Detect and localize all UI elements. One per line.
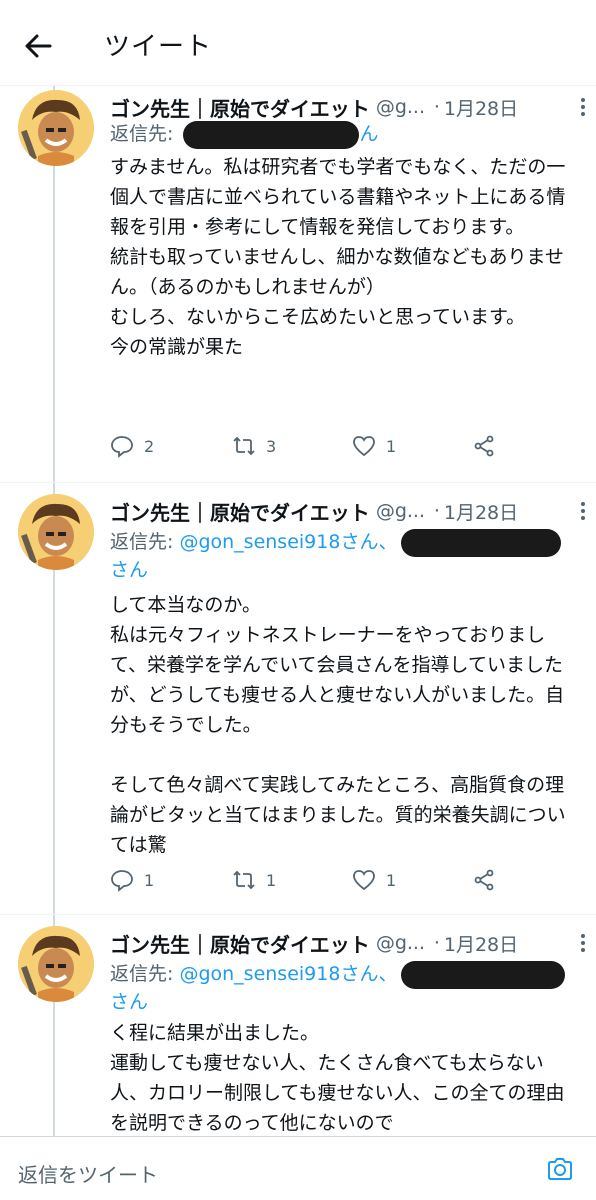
reply-icon bbox=[111, 436, 133, 458]
reply-compose-bar: 返信をツイート bbox=[0, 1136, 596, 1200]
tweet-date[interactable]: 1月28日 bbox=[444, 498, 518, 525]
author-name[interactable]: ゴン先生｜原始でダイエット bbox=[110, 497, 370, 526]
tweet-text: く程に結果が出ました。 運動しても痩せない人、たくさん食べても太らない人、カロリ… bbox=[110, 1022, 565, 1134]
divider bbox=[0, 914, 596, 915]
tweet-text: すみません。私は研究者でも学者でもなく、ただの一個人で書店に並べられている書籍や… bbox=[110, 156, 566, 358]
retweet-count: 3 bbox=[266, 436, 277, 456]
more-icon[interactable] bbox=[576, 500, 590, 522]
more-icon[interactable] bbox=[576, 932, 590, 954]
like-count: 1 bbox=[386, 870, 397, 890]
avatar-illustration bbox=[18, 926, 94, 1002]
avatar[interactable] bbox=[18, 494, 94, 570]
reply-to-prefix: 返信先: bbox=[110, 123, 174, 145]
tweet-header: ゴン先生｜原始でダイエット @g... · 1月28日 bbox=[110, 90, 580, 124]
reply-input[interactable]: 返信をツイート bbox=[18, 1159, 158, 1188]
author-name[interactable]: ゴン先生｜原始でダイエット bbox=[110, 929, 370, 958]
retweet-button[interactable]: 3 bbox=[232, 434, 276, 458]
avatar[interactable] bbox=[18, 90, 94, 166]
reply-to-line2: さん bbox=[110, 556, 148, 584]
like-button[interactable]: 1 bbox=[352, 434, 396, 458]
reply-mention-suffix[interactable]: さん bbox=[110, 991, 148, 1013]
reply-count: 2 bbox=[144, 436, 155, 456]
retweet-count: 1 bbox=[266, 870, 277, 890]
author-handle[interactable]: @g... bbox=[376, 96, 428, 118]
separator-dot: · bbox=[433, 932, 440, 954]
author-name[interactable]: ゴン先生｜原始でダイエット bbox=[110, 93, 370, 122]
share-icon bbox=[474, 435, 494, 457]
reply-to-prefix: 返信先: bbox=[110, 963, 174, 985]
like-button[interactable]: 1 bbox=[352, 868, 396, 892]
reply-mention-suffix[interactable]: ん bbox=[359, 123, 378, 145]
reply-icon bbox=[111, 870, 133, 892]
tweet-actions: 1 1 1 bbox=[110, 868, 510, 898]
tweet-actions: 2 3 1 bbox=[110, 434, 510, 464]
reply-mention[interactable]: @gon_sensei918さん、 bbox=[179, 963, 397, 985]
back-arrow-icon[interactable] bbox=[22, 30, 54, 62]
avatar-illustration bbox=[18, 90, 94, 166]
page-title: ツイート bbox=[104, 32, 213, 62]
reply-to: 返信先: ん bbox=[110, 120, 378, 149]
like-icon bbox=[353, 870, 375, 891]
reply-to-line2: さん bbox=[110, 988, 148, 1016]
reply-count: 1 bbox=[144, 870, 155, 890]
tweet[interactable]: ゴン先生｜原始でダイエット @g... · 1月28日 返信先: ん すみません… bbox=[0, 90, 596, 480]
divider bbox=[0, 482, 596, 483]
tweet[interactable]: ゴン先生｜原始でダイエット @g... · 1月28日 返信先: @gon_se… bbox=[0, 494, 596, 906]
redacted-mention bbox=[401, 960, 566, 989]
avatar[interactable] bbox=[18, 926, 94, 1002]
like-icon bbox=[353, 436, 375, 457]
reply-to-prefix: 返信先: bbox=[110, 531, 174, 553]
retweet-icon bbox=[233, 436, 255, 456]
separator-dot: · bbox=[433, 500, 440, 522]
tweet-date[interactable]: 1月28日 bbox=[444, 930, 518, 957]
redacted-mention bbox=[401, 528, 562, 557]
separator-dot: · bbox=[433, 96, 440, 118]
tweet-header: ゴン先生｜原始でダイエット @g... · 1月28日 bbox=[110, 494, 580, 528]
tweet-text: して本当なのか。 私は元々フィットネストレーナーをやっておりまして、栄養学を学ん… bbox=[110, 594, 566, 856]
share-button[interactable] bbox=[472, 434, 506, 458]
redacted-mention bbox=[183, 120, 360, 149]
author-handle[interactable]: @g... bbox=[376, 932, 428, 954]
reply-to: 返信先: @gon_sensei918さん、 bbox=[110, 960, 566, 989]
tweet[interactable]: ゴン先生｜原始でダイエット @g... · 1月28日 返信先: @gon_se… bbox=[0, 926, 596, 1136]
author-handle[interactable]: @g... bbox=[376, 500, 428, 522]
reply-to: 返信先: @gon_sensei918さん、 bbox=[110, 528, 562, 557]
reply-button[interactable]: 2 bbox=[110, 434, 154, 458]
share-button[interactable] bbox=[472, 868, 506, 892]
avatar-illustration bbox=[18, 494, 94, 570]
tweet-header: ゴン先生｜原始でダイエット @g... · 1月28日 bbox=[110, 926, 580, 960]
camera-icon[interactable] bbox=[546, 1155, 574, 1183]
like-count: 1 bbox=[386, 436, 397, 456]
top-bar: ツイート bbox=[0, 0, 596, 86]
retweet-button[interactable]: 1 bbox=[232, 868, 276, 892]
more-icon[interactable] bbox=[576, 96, 590, 118]
reply-button[interactable]: 1 bbox=[110, 868, 154, 892]
share-icon bbox=[474, 869, 494, 891]
reply-mention[interactable]: @gon_sensei918さん、 bbox=[179, 531, 397, 553]
tweet-date[interactable]: 1月28日 bbox=[444, 94, 518, 121]
reply-mention-suffix[interactable]: さん bbox=[110, 559, 148, 581]
retweet-icon bbox=[233, 870, 255, 890]
